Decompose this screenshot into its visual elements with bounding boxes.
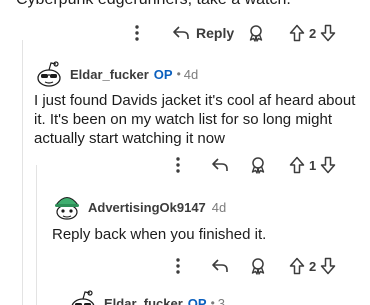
snoo-green-hat-avatar xyxy=(52,192,82,222)
comment-actions: 1 xyxy=(0,153,370,177)
snoo-sunglasses-avatar xyxy=(68,288,98,305)
username[interactable]: AdvertisingOk9147 xyxy=(88,200,206,215)
more-options-button[interactable] xyxy=(133,21,141,45)
vote-group: 1 xyxy=(289,153,336,177)
reply-button[interactable]: Reply xyxy=(172,21,234,45)
reply-button[interactable] xyxy=(211,254,229,278)
op-badge: OP xyxy=(153,66,173,82)
downvote-icon[interactable] xyxy=(320,156,336,174)
vote-count: 2 xyxy=(309,25,317,41)
upvote-icon[interactable] xyxy=(289,156,305,174)
comment-actions: 2 xyxy=(0,254,370,278)
thread-line xyxy=(36,165,37,305)
upvote-icon[interactable] xyxy=(289,24,305,42)
reply-label: Reply xyxy=(196,25,235,41)
top-comment-actions: Reply 2 xyxy=(0,21,370,45)
award-icon xyxy=(251,157,265,174)
award-button[interactable] xyxy=(249,254,267,278)
vote-group: 2 xyxy=(289,21,336,45)
vote-count: 2 xyxy=(309,258,317,274)
comment-body: Reply back when you finished it. xyxy=(52,226,267,243)
downvote-icon[interactable] xyxy=(320,257,336,275)
reply-arrow-icon xyxy=(212,158,228,171)
username[interactable]: Eldar_fucker xyxy=(70,67,149,82)
reply-arrow-icon xyxy=(212,259,228,272)
avatar[interactable] xyxy=(52,192,82,222)
comment-body: I just found Davids jacket it's cool af … xyxy=(34,92,356,147)
more-options-button[interactable] xyxy=(174,254,182,278)
username[interactable]: Eldar_fucker xyxy=(104,296,183,305)
more-options-button[interactable] xyxy=(174,153,182,177)
comment-age: 4d xyxy=(211,199,227,215)
comment-header: AdvertisingOk9147 4d xyxy=(52,192,227,222)
avatar[interactable] xyxy=(34,59,64,89)
comment-header: Eldar_fucker OP • 4d xyxy=(34,59,199,89)
comment-thread: Cyberpunk edgerunners, take a watch. Rep… xyxy=(0,0,370,305)
upvote-icon[interactable] xyxy=(289,257,305,275)
comment-age: 3 xyxy=(217,295,225,305)
more-vertical-icon xyxy=(176,157,180,173)
top-comment-text: Cyberpunk edgerunners, take a watch. xyxy=(16,0,291,9)
award-icon xyxy=(249,25,263,42)
downvote-icon[interactable] xyxy=(320,24,336,42)
comment-header: Eldar_fucker OP • 3 xyxy=(68,288,225,305)
separator-dot: • xyxy=(210,296,215,305)
comment-age: 4d xyxy=(183,66,199,82)
award-icon xyxy=(251,258,265,275)
more-vertical-icon xyxy=(135,25,139,41)
vote-group: 2 xyxy=(289,254,336,278)
more-vertical-icon xyxy=(176,258,180,274)
reply-arrow-icon xyxy=(173,26,189,39)
reply-button[interactable] xyxy=(211,153,229,177)
vote-count: 1 xyxy=(309,157,317,173)
award-button[interactable] xyxy=(249,153,267,177)
separator-dot: • xyxy=(176,67,181,81)
op-badge: OP xyxy=(187,295,207,305)
award-button[interactable] xyxy=(247,21,265,45)
avatar[interactable] xyxy=(68,288,98,305)
snoo-sunglasses-avatar xyxy=(34,59,64,89)
